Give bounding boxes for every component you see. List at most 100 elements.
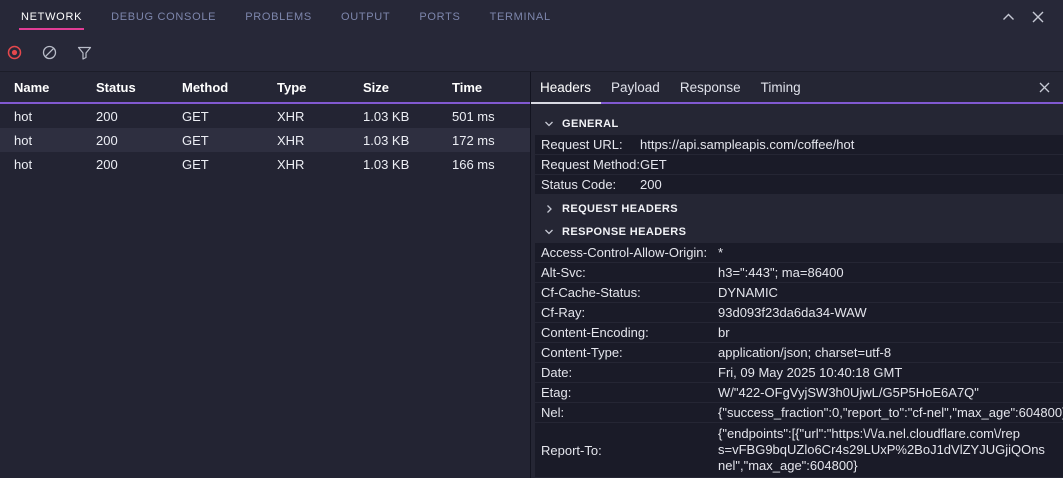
panel-tabbar: NETWORK DEBUG CONSOLE PROBLEMS OUTPUT PO…	[0, 0, 1063, 34]
tab-debug-console[interactable]: DEBUG CONSOLE	[109, 4, 218, 30]
section-request-headers[interactable]: REQUEST HEADERS	[531, 197, 1063, 220]
chevron-down-icon	[544, 119, 554, 129]
filter-icon[interactable]	[77, 46, 92, 60]
table-row[interactable]: hot 200 GET XHR 1.03 KB 172 ms	[0, 128, 530, 152]
cell-time: 172 ms	[452, 133, 530, 148]
cell-time: 501 ms	[452, 109, 530, 124]
header-row[interactable]: Content-Encoding: br	[535, 323, 1063, 343]
tab-terminal[interactable]: TERMINAL	[488, 4, 553, 30]
header-key: Content-Encoding:	[535, 325, 718, 340]
tab-ports[interactable]: PORTS	[417, 4, 462, 30]
close-panel-icon[interactable]	[1032, 11, 1044, 23]
details-tabbar: Headers Payload Response Timing	[531, 72, 1063, 104]
header-value: GET	[640, 157, 1063, 172]
header-value: Fri, 09 May 2025 10:40:18 GMT	[718, 365, 1063, 380]
request-details-panel: Headers Payload Response Timing GENERAL …	[531, 72, 1063, 478]
cell-status: 200	[96, 157, 182, 172]
header-value: {"success_fraction":0,"report_to":"cf-ne…	[718, 405, 1063, 420]
tab-headers[interactable]: Headers	[531, 72, 601, 104]
column-header-method[interactable]: Method	[182, 80, 277, 95]
section-general[interactable]: GENERAL	[531, 112, 1063, 135]
header-value: h3=":443"; ma=86400	[718, 265, 1063, 280]
cell-size: 1.03 KB	[363, 109, 452, 124]
table-row[interactable]: hot 200 GET XHR 1.03 KB 501 ms	[0, 104, 530, 128]
tab-output[interactable]: OUTPUT	[339, 4, 392, 30]
header-value-line: nel","max_age":604800}	[718, 458, 1063, 474]
header-key: Content-Type:	[535, 345, 718, 360]
tab-timing[interactable]: Timing	[751, 72, 811, 104]
header-row[interactable]: Alt-Svc: h3=":443"; ma=86400	[535, 263, 1063, 283]
table-row[interactable]: hot 200 GET XHR 1.03 KB 166 ms	[0, 152, 530, 176]
table-header-row: Name Status Method Type Size Time	[0, 72, 530, 104]
cell-method: GET	[182, 157, 277, 172]
header-value: application/json; charset=utf-8	[718, 345, 1063, 360]
tab-problems[interactable]: PROBLEMS	[243, 4, 314, 30]
column-header-time[interactable]: Time	[452, 80, 530, 95]
clear-icon[interactable]	[42, 45, 57, 60]
cell-method: GET	[182, 133, 277, 148]
close-details-icon[interactable]	[1039, 82, 1063, 93]
panel-header: NETWORK DEBUG CONSOLE PROBLEMS OUTPUT PO…	[0, 0, 1063, 72]
cell-status: 200	[96, 133, 182, 148]
header-row[interactable]: Access-Control-Allow-Origin: *	[535, 243, 1063, 263]
column-header-size[interactable]: Size	[363, 80, 452, 95]
header-key: Nel:	[535, 405, 718, 420]
header-value: *	[718, 245, 1063, 260]
header-value: {"endpoints":[{"url":"https:\/\/a.nel.cl…	[718, 426, 1063, 474]
header-row[interactable]: Content-Type: application/json; charset=…	[535, 343, 1063, 363]
header-row[interactable]: Etag: W/"422-OFgVyjSW3h0UjwL/G5P5HoE6A7Q…	[535, 383, 1063, 403]
header-key: Access-Control-Allow-Origin:	[535, 245, 718, 260]
cell-name: hot	[14, 157, 96, 172]
tab-payload[interactable]: Payload	[601, 72, 670, 104]
panel-window-controls	[1002, 11, 1063, 23]
cell-method: GET	[182, 109, 277, 124]
cell-size: 1.03 KB	[363, 133, 452, 148]
header-key: Status Code:	[535, 177, 640, 192]
header-key: Alt-Svc:	[535, 265, 718, 280]
header-key: Request URL:	[535, 137, 640, 152]
header-row[interactable]: Nel: {"success_fraction":0,"report_to":"…	[535, 403, 1063, 423]
header-row[interactable]: Request Method: GET	[535, 155, 1063, 175]
network-toolbar	[0, 34, 1063, 72]
chevron-up-icon[interactable]	[1002, 13, 1015, 21]
header-key: Request Method:	[535, 157, 640, 172]
headers-content: GENERAL Request URL: https://api.samplea…	[531, 104, 1063, 478]
cell-name: hot	[14, 109, 96, 124]
header-value: 200	[640, 177, 1063, 192]
tab-network[interactable]: NETWORK	[19, 4, 84, 30]
header-row[interactable]: Cf-Ray: 93d093f23da6da34-WAW	[535, 303, 1063, 323]
cell-name: hot	[14, 133, 96, 148]
section-response-headers[interactable]: RESPONSE HEADERS	[531, 220, 1063, 243]
cell-type: XHR	[277, 133, 363, 148]
header-row[interactable]: Status Code: 200	[535, 175, 1063, 195]
network-content: Name Status Method Type Size Time hot 20…	[0, 72, 1063, 478]
header-key: Date:	[535, 365, 718, 380]
header-row[interactable]: Request URL: https://api.sampleapis.com/…	[535, 135, 1063, 155]
column-header-status[interactable]: Status	[96, 80, 182, 95]
header-value: 93d093f23da6da34-WAW	[718, 305, 1063, 320]
section-title: REQUEST HEADERS	[562, 203, 678, 215]
header-value-line: s=vFBG9bqUZlo6Cr4s29LUxP%2BoJ1dVlZYJUGji…	[718, 442, 1063, 458]
header-value: W/"422-OFgVyjSW3h0UjwL/G5P5HoE6A7Q"	[718, 385, 1063, 400]
cell-type: XHR	[277, 157, 363, 172]
tab-response[interactable]: Response	[670, 72, 751, 104]
column-header-name[interactable]: Name	[14, 80, 96, 95]
cell-time: 166 ms	[452, 157, 530, 172]
cell-type: XHR	[277, 109, 363, 124]
column-header-type[interactable]: Type	[277, 80, 363, 95]
header-row[interactable]: Report-To: {"endpoints":[{"url":"https:\…	[535, 423, 1063, 478]
header-value: DYNAMIC	[718, 285, 1063, 300]
chevron-down-icon	[544, 227, 554, 237]
header-value-line: {"endpoints":[{"url":"https:\/\/a.nel.cl…	[718, 426, 1063, 442]
header-value: br	[718, 325, 1063, 340]
header-row[interactable]: Cf-Cache-Status: DYNAMIC	[535, 283, 1063, 303]
chevron-right-icon	[544, 204, 554, 214]
requests-table: Name Status Method Type Size Time hot 20…	[0, 72, 531, 478]
header-key: Report-To:	[535, 443, 718, 458]
header-row[interactable]: Date: Fri, 09 May 2025 10:40:18 GMT	[535, 363, 1063, 383]
header-key: Etag:	[535, 385, 718, 400]
cell-status: 200	[96, 109, 182, 124]
record-icon[interactable]	[7, 45, 22, 60]
header-key: Cf-Cache-Status:	[535, 285, 718, 300]
cell-size: 1.03 KB	[363, 157, 452, 172]
